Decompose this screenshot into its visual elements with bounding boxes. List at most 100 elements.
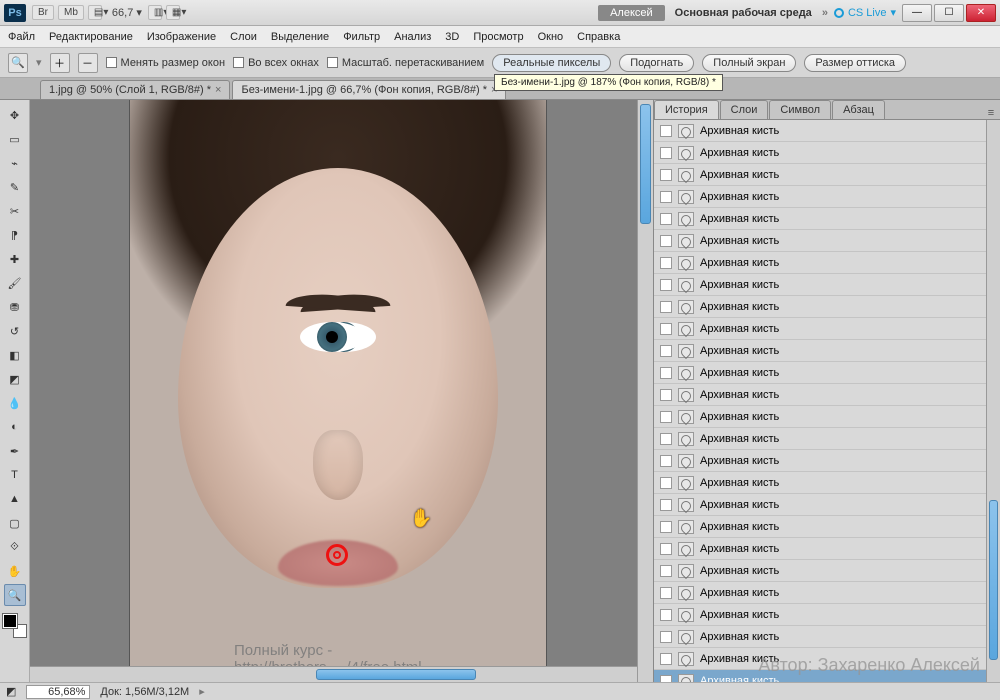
pen-tool[interactable]: ✒ (4, 440, 26, 462)
panel-scrollbar[interactable] (986, 120, 1000, 682)
tab-paragraph[interactable]: Абзац (832, 100, 885, 119)
close-button[interactable]: ✕ (966, 4, 996, 22)
scrubby-zoom-checkbox[interactable]: Масштаб. перетаскиванием (327, 57, 484, 69)
history-visibility-toggle[interactable] (660, 565, 672, 577)
menu-view[interactable]: Просмотр (473, 31, 523, 43)
history-visibility-toggle[interactable] (660, 521, 672, 533)
history-visibility-toggle[interactable] (660, 477, 672, 489)
history-visibility-toggle[interactable] (660, 191, 672, 203)
healing-tool[interactable]: ✚ (4, 248, 26, 270)
tab-history[interactable]: История (654, 100, 719, 119)
history-row[interactable]: Архивная кисть (654, 296, 1000, 318)
brush-tool[interactable]: 🖌 (4, 272, 26, 294)
menu-select[interactable]: Выделение (271, 31, 329, 43)
horizontal-scrollbar[interactable] (30, 666, 637, 682)
history-visibility-toggle[interactable] (660, 235, 672, 247)
history-visibility-toggle[interactable] (660, 653, 672, 665)
scrollbar-thumb[interactable] (640, 104, 651, 224)
gradient-tool[interactable]: ◩ (4, 368, 26, 390)
vertical-scrollbar[interactable] (637, 100, 653, 682)
stamp-tool[interactable]: ⛃ (4, 296, 26, 318)
marquee-tool[interactable]: ▭ (4, 128, 26, 150)
type-tool[interactable]: T (4, 464, 26, 486)
history-row[interactable]: Архивная кисть (654, 142, 1000, 164)
menu-analysis[interactable]: Анализ (394, 31, 431, 43)
history-row[interactable]: Архивная кисть (654, 428, 1000, 450)
history-visibility-toggle[interactable] (660, 499, 672, 511)
history-row[interactable]: Архивная кисть (654, 582, 1000, 604)
minibridge-button[interactable]: Mb (58, 5, 84, 20)
menu-edit[interactable]: Редактирование (49, 31, 133, 43)
zoom-field[interactable]: 66,7 ▾ (112, 6, 142, 19)
history-row[interactable]: Архивная кисть (654, 318, 1000, 340)
eraser-tool[interactable]: ◧ (4, 344, 26, 366)
history-row[interactable]: Архивная кисть (654, 164, 1000, 186)
history-visibility-toggle[interactable] (660, 301, 672, 313)
workspace-more-icon[interactable]: » (822, 7, 828, 19)
history-visibility-toggle[interactable] (660, 257, 672, 269)
history-visibility-toggle[interactable] (660, 169, 672, 181)
crop-tool[interactable]: ✂ (4, 200, 26, 222)
history-visibility-toggle[interactable] (660, 631, 672, 643)
all-windows-checkbox[interactable]: Во всех окнах (233, 57, 319, 69)
print-size-button[interactable]: Размер оттиска (804, 54, 906, 72)
history-row[interactable]: Архивная кисть (654, 516, 1000, 538)
history-row[interactable]: Архивная кисть (654, 538, 1000, 560)
eyedropper-tool[interactable]: ⁋ (4, 224, 26, 246)
zoom-out-icon[interactable]: － (78, 53, 98, 73)
path-select-tool[interactable]: ▲ (4, 488, 26, 510)
history-row[interactable]: Архивная кисть (654, 340, 1000, 362)
history-visibility-toggle[interactable] (660, 125, 672, 137)
history-row[interactable]: Архивная кисть (654, 406, 1000, 428)
history-visibility-toggle[interactable] (660, 543, 672, 555)
history-row[interactable]: Архивная кисть (654, 120, 1000, 142)
lasso-tool[interactable]: ⌁ (4, 152, 26, 174)
screen-mode-dropdown[interactable]: ▤▾ (88, 5, 102, 20)
history-row[interactable]: Архивная кисть (654, 494, 1000, 516)
history-row[interactable]: Архивная кисть (654, 604, 1000, 626)
tab-layers[interactable]: Слои (720, 100, 769, 119)
workspace-switcher[interactable]: Основная рабочая среда (675, 7, 812, 19)
maximize-button[interactable]: ☐ (934, 4, 964, 22)
quick-select-tool[interactable]: ✎ (4, 176, 26, 198)
actual-pixels-button[interactable]: Реальные пикселы (492, 54, 611, 72)
fit-screen-button[interactable]: Подогнать (619, 54, 694, 72)
document-tab-1[interactable]: 1.jpg @ 50% (Слой 1, RGB/8#) *× (40, 80, 230, 99)
move-tool[interactable]: ✥ (4, 104, 26, 126)
user-badge[interactable]: Алексей (598, 5, 665, 21)
history-visibility-toggle[interactable] (660, 675, 672, 683)
history-visibility-toggle[interactable] (660, 411, 672, 423)
history-row[interactable]: Архивная кисть (654, 560, 1000, 582)
menu-3d[interactable]: 3D (445, 31, 459, 43)
arrange-dropdown[interactable]: ▥▾ (148, 5, 162, 20)
history-visibility-toggle[interactable] (660, 389, 672, 401)
zoom-tool[interactable]: 🔍 (4, 584, 26, 606)
fill-screen-button[interactable]: Полный экран (702, 54, 796, 72)
blur-tool[interactable]: 💧 (4, 392, 26, 414)
scrollbar-thumb[interactable] (316, 669, 476, 680)
document-tab-2[interactable]: Без-имени-1.jpg @ 66,7% (Фон копия, RGB/… (232, 80, 506, 99)
menu-window[interactable]: Окно (538, 31, 564, 43)
menu-help[interactable]: Справка (577, 31, 620, 43)
menu-filter[interactable]: Фильтр (343, 31, 380, 43)
dodge-tool[interactable]: ◐ (4, 416, 26, 438)
canvas-area[interactable]: ✋ Полный курс - http://brothers-…/4/free… (30, 100, 654, 682)
panel-menu-icon[interactable]: ≡ (982, 107, 1000, 119)
history-visibility-toggle[interactable] (660, 433, 672, 445)
history-visibility-toggle[interactable] (660, 455, 672, 467)
history-visibility-toggle[interactable] (660, 367, 672, 379)
close-icon[interactable]: × (215, 84, 221, 96)
history-visibility-toggle[interactable] (660, 323, 672, 335)
history-row[interactable]: Архивная кисть (654, 230, 1000, 252)
document-canvas[interactable]: ✋ Полный курс - http://brothers-…/4/free… (130, 100, 546, 680)
history-row[interactable]: Архивная кисть (654, 362, 1000, 384)
history-row[interactable]: Архивная кисть (654, 208, 1000, 230)
history-visibility-toggle[interactable] (660, 609, 672, 621)
quickmask-icon[interactable]: ◩ (6, 685, 16, 698)
zoom-in-icon[interactable]: ＋ (50, 53, 70, 73)
menu-file[interactable]: Файл (8, 31, 35, 43)
history-visibility-toggle[interactable] (660, 147, 672, 159)
history-visibility-toggle[interactable] (660, 345, 672, 357)
color-swatches[interactable] (3, 614, 27, 638)
bridge-button[interactable]: Br (32, 5, 54, 20)
